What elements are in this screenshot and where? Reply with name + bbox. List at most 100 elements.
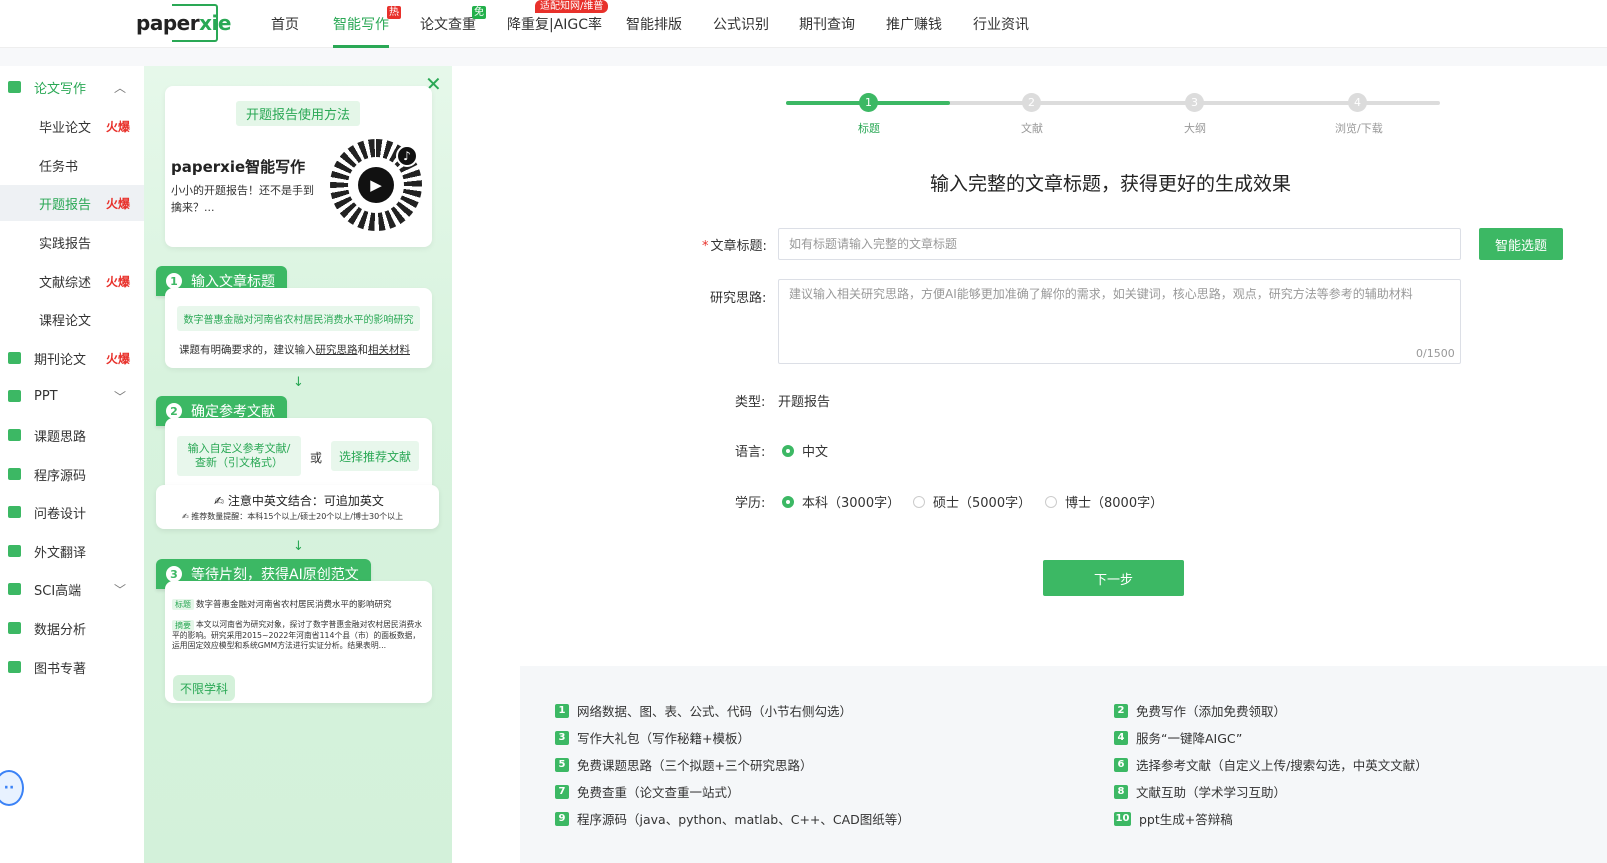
main-form-area: 1 2 3 4 标题 文献 大纲 浏览/下载 输入完整的文章标题，获得更好的生成… [452,66,1607,666]
sidebar-item-books[interactable]: 图书专著 [0,649,144,685]
language-label: 语言: [735,445,766,460]
language-radio-chinese[interactable]: 中文 [782,441,828,460]
feature-item: 7 免费查重（论文查重一站式） [555,782,740,801]
research-idea-input[interactable] [778,279,1461,364]
guide-panel: ✕ 开题报告使用方法 paperxie智能写作 小小的开题报告！还不是手到擒来？… [144,66,452,863]
hot-label: 火爆 [106,119,131,134]
hot-label: 火爆 [106,274,131,289]
example-title: 数字普惠金融对河南省农村居民消费水平的影响研究 [177,306,420,331]
form-headline: 输入完整的文章标题，获得更好的生成效果 [930,173,1292,195]
sidebar-item-survey-design[interactable]: 问卷设计 [0,494,144,530]
step-dot-3[interactable]: 3 [1185,93,1204,112]
code-icon [8,468,21,480]
step1-card: 数字普惠金融对河南省农村居民消费水平的影响研究 课题有明确要求的，建议输入研究思… [165,288,432,368]
degree-label: 学历: [735,496,766,511]
nav-reduce-aigc[interactable]: 降重复|AIGC率 适配知网/维普 [507,0,609,34]
step-label-references: 文献 [1021,122,1043,135]
hot-label: 火爆 [106,196,131,211]
journal-icon [8,352,21,364]
next-step-button[interactable]: 下一步 [1043,560,1184,596]
ppt-icon [8,390,21,402]
note-main: ✍ 注意中英文结合：可追加英文 [214,494,384,508]
idea-label: 研究思路: [710,291,767,306]
nav-smart-writing[interactable]: 智能写作 热 [333,6,401,48]
sidebar: 论文写作 ︿ 毕业论文 火爆 任务书 开题报告 火爆 实践报告 文献综述 火爆 课程论… [0,66,144,863]
adapt-badge: 适配知网/维普 [535,0,609,13]
any-subject-button[interactable]: 不限学科 [173,675,235,701]
step-label-title: 标题 [858,122,880,135]
feature-item: 6 选择参考文献（自定义上传/搜索勾选，中英文文献） [1114,755,1428,774]
tiktok-icon: ♪ [396,145,418,167]
qr-code: ▶ ♪ [330,139,422,231]
feature-item: 10 ppt生成+答辩稿 [1114,811,1233,827]
feature-item: 8 文献互助（学术学习互助） [1114,782,1286,801]
nav-plagiarism-check[interactable]: 论文查重 免 [420,6,486,34]
step-label-download: 浏览/下载 [1335,122,1383,135]
sidebar-item-course-paper[interactable]: 课程论文 [0,301,144,337]
howto-link[interactable]: 开题报告使用方法 [236,101,361,126]
brand-desc: 小小的开题报告！还不是手到擒来？... [171,184,314,214]
book-icon [8,661,21,673]
sidebar-item-practice-report[interactable]: 实践报告 [0,224,144,260]
nav-smart-layout[interactable]: 智能排版 [626,14,682,34]
degree-radio-doctor[interactable]: 博士（8000字） [1045,492,1163,511]
feature-item: 9 程序源码（java、python、matlab、C++、CAD图纸等） [555,809,910,828]
char-counter: 0/1500 [1416,347,1455,360]
brand-title: paperxie智能写作 [171,158,306,176]
feature-item: 4 服务“一键降AIGC” [1114,728,1242,747]
step-dot-1[interactable]: 1 [859,93,878,112]
chevron-up-icon: ︿ [114,80,127,95]
chart-icon [8,622,21,634]
custom-reference-button[interactable]: 输入自定义参考文献/查新（引文格式） [177,436,301,476]
nav-journal-query[interactable]: 期刊查询 [799,14,855,34]
play-icon[interactable]: ▶ [358,167,394,203]
type-value: 开题报告 [778,395,831,410]
smart-topic-button[interactable]: 智能选题 [1479,228,1563,260]
feature-item: 2 免费写作（添加免费领取） [1114,701,1286,720]
sidebar-item-literature-review[interactable]: 文献综述 火爆 [0,263,144,299]
note-sub: ✍ 推荐数量提醒：本科15个以上/硕士20个以上/博士30个以上 [182,512,404,521]
sci-icon [8,583,21,595]
step3-card: 标题 数字普惠金融对河南省农村居民消费水平的影响研究 摘要 本文以河南省为研究对… [165,581,432,703]
sidebar-item-ppt[interactable]: PPT ﹀ [0,378,144,414]
sidebar-item-task-book[interactable]: 任务书 [0,147,144,183]
nav-home[interactable]: 首页 [271,14,299,34]
sidebar-item-source-code[interactable]: 程序源码 [0,456,144,492]
sidebar-item-journal-paper[interactable]: 期刊论文 火爆 [0,340,144,376]
step2-card: 输入自定义参考文献/查新（引文格式） 或 选择推荐文献 [165,418,432,494]
degree-radio-master[interactable]: 硕士（5000字） [913,492,1031,511]
type-label: 类型: [735,395,766,410]
feature-item: 5 免费课题思路（三个拟题+三个研究思路） [555,755,812,774]
progress-track: 1 2 3 4 [786,93,1440,112]
feature-item: 1 网络数据、图、表、公式、代码（小节右侧勾选） [555,701,852,720]
nav-formula-recognition[interactable]: 公式识别 [713,14,769,34]
title-label: * 文章标题: [702,239,767,254]
sidebar-item-graduation-thesis[interactable]: 毕业论文 火爆 [0,108,144,144]
sidebar-item-data-analysis[interactable]: 数据分析 [0,610,144,646]
degree-radio-bachelor[interactable]: 本科（3000字） [782,492,900,511]
feature-item: 3 写作大礼包（写作秘籍+模板） [555,728,750,747]
recommend-reference-button[interactable]: 选择推荐文献 [331,441,419,471]
paperxie-logo[interactable]: paperxie [136,4,231,42]
sidebar-item-translation[interactable]: 外文翻译 [0,533,144,569]
sidebar-item-thesis-writing[interactable]: 论文写作 ︿ [0,69,144,105]
step-dot-2[interactable]: 2 [1022,93,1041,112]
sidebar-item-proposal-report[interactable]: 开题报告 火爆 [0,185,144,221]
or-label: 或 [310,451,323,465]
nav-promote-earn[interactable]: 推广赚钱 [886,14,942,34]
sidebar-item-sci[interactable]: SCI高端 ﹀ [0,571,144,607]
hot-label: 火爆 [106,351,131,366]
title-input[interactable] [778,228,1461,260]
translate-icon [8,545,21,557]
header-divider-strip [0,48,1607,66]
sidebar-item-topic-ideas[interactable]: 课题思路 [0,417,144,453]
title-tag: 标题 [172,599,194,610]
free-badge: 免 [472,6,486,19]
step-label-outline: 大纲 [1184,122,1206,135]
arrow-down-icon: ↓ [293,375,304,390]
pen-icon [8,81,21,93]
promo-card: 开题报告使用方法 paperxie智能写作 小小的开题报告！还不是手到擒来？..… [165,86,432,247]
idea-icon [8,429,21,441]
nav-industry-news[interactable]: 行业资讯 [973,14,1029,34]
step-dot-4[interactable]: 4 [1348,93,1367,112]
